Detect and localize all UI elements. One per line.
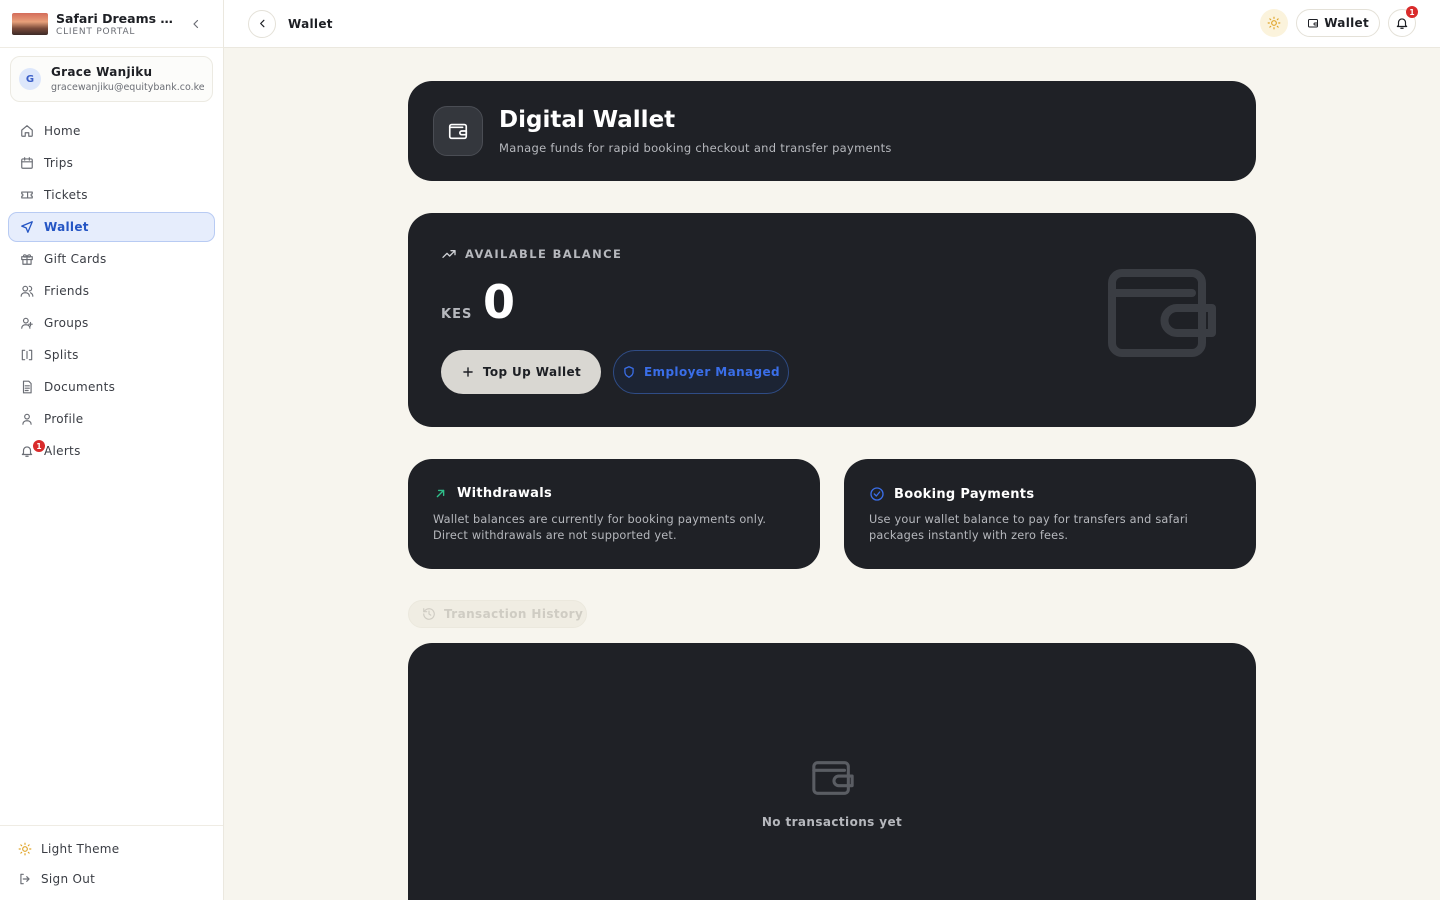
light-theme-button[interactable]: Light Theme [0,834,223,864]
shield-icon [624,366,634,378]
chevron-left-icon [193,19,199,29]
sidebar: Safari Dreams Guides CLIENT PORTAL G Gra… [0,0,224,900]
sidebar-item-alerts[interactable]: 1 Alerts [8,436,215,466]
top-up-wallet-button[interactable]: Top Up Wallet [441,350,601,394]
bell-icon [1396,18,1408,29]
document-icon [22,380,32,394]
withdrawals-body: Wallet balances are currently for bookin… [433,513,767,542]
send-icon [21,221,33,233]
sidebar-item-documents[interactable]: Documents [8,372,215,402]
sidebar-item-friends[interactable]: Friends [8,276,215,306]
gift-icon [21,254,33,265]
sidebar-item-trips[interactable]: Trips [8,148,215,178]
split-icon [21,349,33,361]
wallet-icon [1308,19,1319,28]
wallet-icon [812,761,854,795]
sun-icon [1267,16,1281,30]
arrow-up-right-icon [436,489,445,498]
theme-toggle-button[interactable] [1260,9,1289,37]
users-icon [20,285,34,297]
page-title: Digital Wallet [499,107,676,133]
sidebar-item-label: Friends [44,284,90,298]
employer-managed-button[interactable]: Employer Managed [613,350,789,394]
balance-amount: 0 [483,275,516,329]
wallet-chip-button[interactable]: Wallet [1296,9,1380,37]
sidebar-item-label: Profile [44,412,84,426]
transaction-history-panel: No transactions yet [408,643,1256,900]
empty-state-text: No transactions yet [761,815,903,829]
employer-managed-label: Employer Managed [643,365,781,379]
booking-payments-body: Use your wallet balance to pay for trans… [869,513,1189,542]
brand-title: Safari Dreams Guides [56,10,180,26]
withdrawals-card: Withdrawals Wallet balances are currentl… [408,459,820,569]
sidebar-nav: Home Trips Tickets Wallet Gift Cards Fri… [0,116,223,466]
history-icon [423,608,435,620]
wallet-hero-card: Digital Wallet Manage funds for rapid bo… [408,81,1256,181]
balance-card: AVAILABLE BALANCE KES 0 Top Up Wallet Em… [408,213,1256,427]
ticket-icon [21,191,33,199]
sidebar-item-label: Trips [44,156,74,170]
booking-payments-title: Booking Payments [894,486,1035,502]
sign-out-icon [20,873,30,885]
plus-icon [463,367,473,377]
notification-badge: 1 [1406,6,1418,18]
sidebar-item-label: Gift Cards [44,252,107,266]
user-group-icon [21,317,33,329]
brand-subtitle: CLIENT PORTAL [56,26,136,37]
user-name: Grace Wanjiku [51,65,153,79]
back-button[interactable] [248,9,276,38]
page-breadcrumb: Wallet [288,16,333,31]
sidebar-item-label: Tickets [44,188,88,202]
brand-logo [12,12,48,35]
check-circle-icon [870,487,884,501]
top-bar: Wallet Wallet 1 [224,0,1440,48]
sidebar-item-gift-cards[interactable]: Gift Cards [8,244,215,274]
home-icon [21,125,33,137]
brand-header: Safari Dreams Guides CLIENT PORTAL [0,0,223,48]
booking-payments-card: Booking Payments Use your wallet balance… [844,459,1256,569]
chevron-left-icon [259,19,264,28]
sidebar-footer: Light Theme Sign Out [0,825,223,900]
sidebar-item-label: Splits [44,348,79,362]
transaction-history-label: Transaction History [444,607,584,621]
hero-wallet-icon-box [433,106,483,156]
transaction-history-tab[interactable]: Transaction History [408,600,587,628]
sidebar-item-label: Home [44,124,81,138]
sign-out-label: Sign Out [41,872,96,886]
calendar-icon [21,157,33,169]
sidebar-item-profile[interactable]: Profile [8,404,215,434]
user-card[interactable]: G Grace Wanjiku gracewanjiku@equitybank.… [10,56,213,102]
bell-icon [21,446,33,457]
withdrawals-title: Withdrawals [457,486,553,501]
balance-currency: KES [441,307,473,322]
page-subtitle: Manage funds for rapid booking checkout … [499,141,892,155]
collapse-sidebar-button[interactable] [187,15,205,33]
wallet-chip-label: Wallet [1324,16,1369,30]
notifications-button[interactable]: 1 [1388,6,1418,37]
sidebar-item-tickets[interactable]: Tickets [8,180,215,210]
top-up-wallet-label: Top Up Wallet [482,365,582,379]
avatar: G [19,68,41,90]
sidebar-item-label: Groups [44,316,89,330]
sidebar-item-splits[interactable]: Splits [8,340,215,370]
sun-icon [18,842,32,856]
sidebar-item-wallet[interactable]: Wallet [8,212,215,242]
sidebar-item-label: Alerts [44,444,81,458]
wallet-icon [448,123,468,140]
user-email: gracewanjiku@equitybank.co.ke [51,82,204,93]
wallet-watermark-icon [1108,269,1216,357]
light-theme-label: Light Theme [41,842,120,856]
sign-out-button[interactable]: Sign Out [0,864,223,894]
sidebar-item-label: Documents [44,380,116,394]
user-icon [22,413,32,425]
alerts-badge: 1 [33,440,45,452]
trending-up-icon [442,250,456,258]
sidebar-item-label: Wallet [44,220,89,234]
sidebar-item-groups[interactable]: Groups [8,308,215,338]
sidebar-item-home[interactable]: Home [8,116,215,146]
available-balance-label: AVAILABLE BALANCE [465,247,623,261]
